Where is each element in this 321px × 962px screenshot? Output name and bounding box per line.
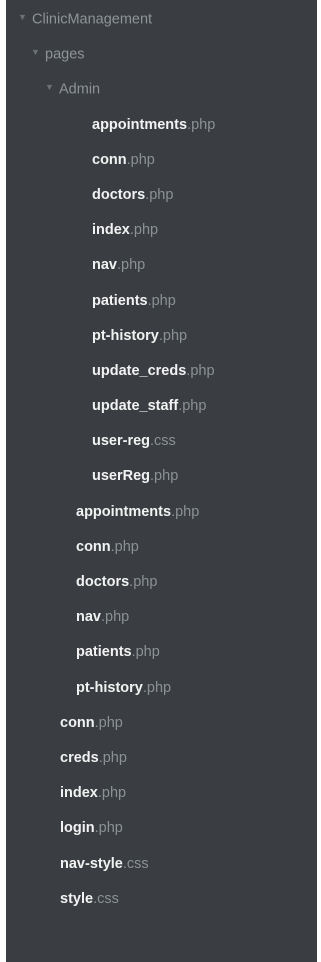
- file-extension: .php: [94, 714, 123, 731]
- folder-label: ClinicManagement: [32, 11, 153, 28]
- file-item[interactable]: nav-style.css: [6, 847, 317, 882]
- file-item[interactable]: appointments.php: [6, 495, 317, 530]
- file-extension: .php: [131, 644, 160, 661]
- file-extension: .php: [171, 503, 200, 520]
- file-name: patients: [92, 292, 148, 309]
- file-name: user-reg: [92, 433, 151, 450]
- file-extension: .css: [122, 855, 149, 872]
- triangle-down-icon[interactable]: ▼: [45, 70, 55, 105]
- file-name: nav-style: [60, 855, 123, 872]
- file-extension: .php: [98, 749, 127, 766]
- file-item[interactable]: pt-history.php: [6, 671, 317, 706]
- file-name: patients: [76, 644, 132, 661]
- file-item[interactable]: appointments.php: [6, 108, 317, 143]
- file-item[interactable]: update_staff.php: [6, 389, 317, 424]
- file-extension: .php: [94, 820, 123, 837]
- file-item[interactable]: conn.php: [6, 143, 317, 178]
- file-extension: .php: [147, 292, 176, 309]
- file-extension: .php: [145, 186, 174, 203]
- file-tree: ▼ ClinicManagement ▼ pages ▼ Admin appointm…: [6, 2, 317, 917]
- file-extension: .php: [126, 151, 155, 168]
- file-extension: .php: [97, 785, 127, 802]
- triangle-down-icon[interactable]: ▼: [18, 0, 28, 35]
- file-extension: .php: [101, 609, 130, 626]
- file-extension: .php: [117, 257, 146, 274]
- file-extension: .css: [150, 433, 176, 450]
- file-name: appointments: [92, 116, 188, 133]
- folder-label: Admin: [59, 81, 101, 98]
- folder-clinicmanagement[interactable]: ▼ ClinicManagement: [6, 2, 317, 37]
- file-item[interactable]: nav.php: [6, 248, 317, 283]
- file-name: pt-history: [76, 679, 143, 696]
- file-name: userReg: [92, 468, 151, 485]
- file-extension: .php: [142, 679, 172, 696]
- file-item[interactable]: user-reg.css: [6, 424, 317, 459]
- file-extension: .php: [186, 362, 215, 379]
- file-name: index: [92, 222, 130, 239]
- file-extension: .php: [158, 327, 188, 344]
- file-name: creds: [60, 749, 99, 766]
- file-name: conn: [92, 151, 127, 168]
- file-name: appointments: [76, 503, 172, 520]
- file-name: conn: [76, 538, 111, 555]
- folder-admin[interactable]: ▼ Admin: [6, 72, 317, 107]
- file-extension: .php: [187, 116, 216, 133]
- file-extension: .php: [178, 398, 207, 415]
- file-item[interactable]: conn.php: [6, 530, 317, 565]
- file-item[interactable]: update_creds.php: [6, 354, 317, 389]
- triangle-down-icon[interactable]: ▼: [31, 35, 41, 70]
- file-item[interactable]: userReg.php: [6, 459, 317, 494]
- file-name: pt-history: [92, 327, 159, 344]
- file-item[interactable]: doctors.php: [6, 178, 317, 213]
- file-item[interactable]: style.css: [6, 882, 317, 917]
- file-item[interactable]: creds.php: [6, 741, 317, 776]
- file-name: nav: [92, 257, 117, 274]
- file-tree-panel: ▼ ClinicManagement ▼ pages ▼ Admin appointm…: [6, 0, 317, 962]
- file-name: doctors: [76, 574, 130, 590]
- file-name: login: [60, 820, 95, 837]
- file-extension: .php: [150, 468, 179, 485]
- folder-label: pages: [45, 46, 85, 63]
- file-extension: .css: [93, 890, 119, 907]
- file-name: doctors: [92, 186, 146, 203]
- file-name: update_staff: [92, 398, 179, 415]
- file-item[interactable]: patients.php: [6, 284, 317, 319]
- file-name: conn: [60, 714, 95, 731]
- file-name: style: [60, 890, 94, 907]
- file-extension: .php: [110, 538, 139, 555]
- file-item[interactable]: login.php: [6, 811, 317, 846]
- file-item[interactable]: doctors.php: [6, 565, 317, 600]
- file-item[interactable]: index.php: [6, 213, 317, 248]
- file-item[interactable]: pt-history.php: [6, 319, 317, 354]
- file-item[interactable]: index.php: [6, 776, 317, 811]
- file-item[interactable]: patients.php: [6, 635, 317, 670]
- file-name: nav: [76, 609, 101, 626]
- file-name: index: [60, 785, 98, 802]
- folder-pages[interactable]: ▼ pages: [6, 37, 317, 72]
- file-item[interactable]: conn.php: [6, 706, 317, 741]
- file-extension: .php: [129, 222, 159, 239]
- file-item[interactable]: nav.php: [6, 600, 317, 635]
- file-extension: .php: [129, 574, 158, 590]
- file-name: update_creds: [92, 362, 187, 379]
